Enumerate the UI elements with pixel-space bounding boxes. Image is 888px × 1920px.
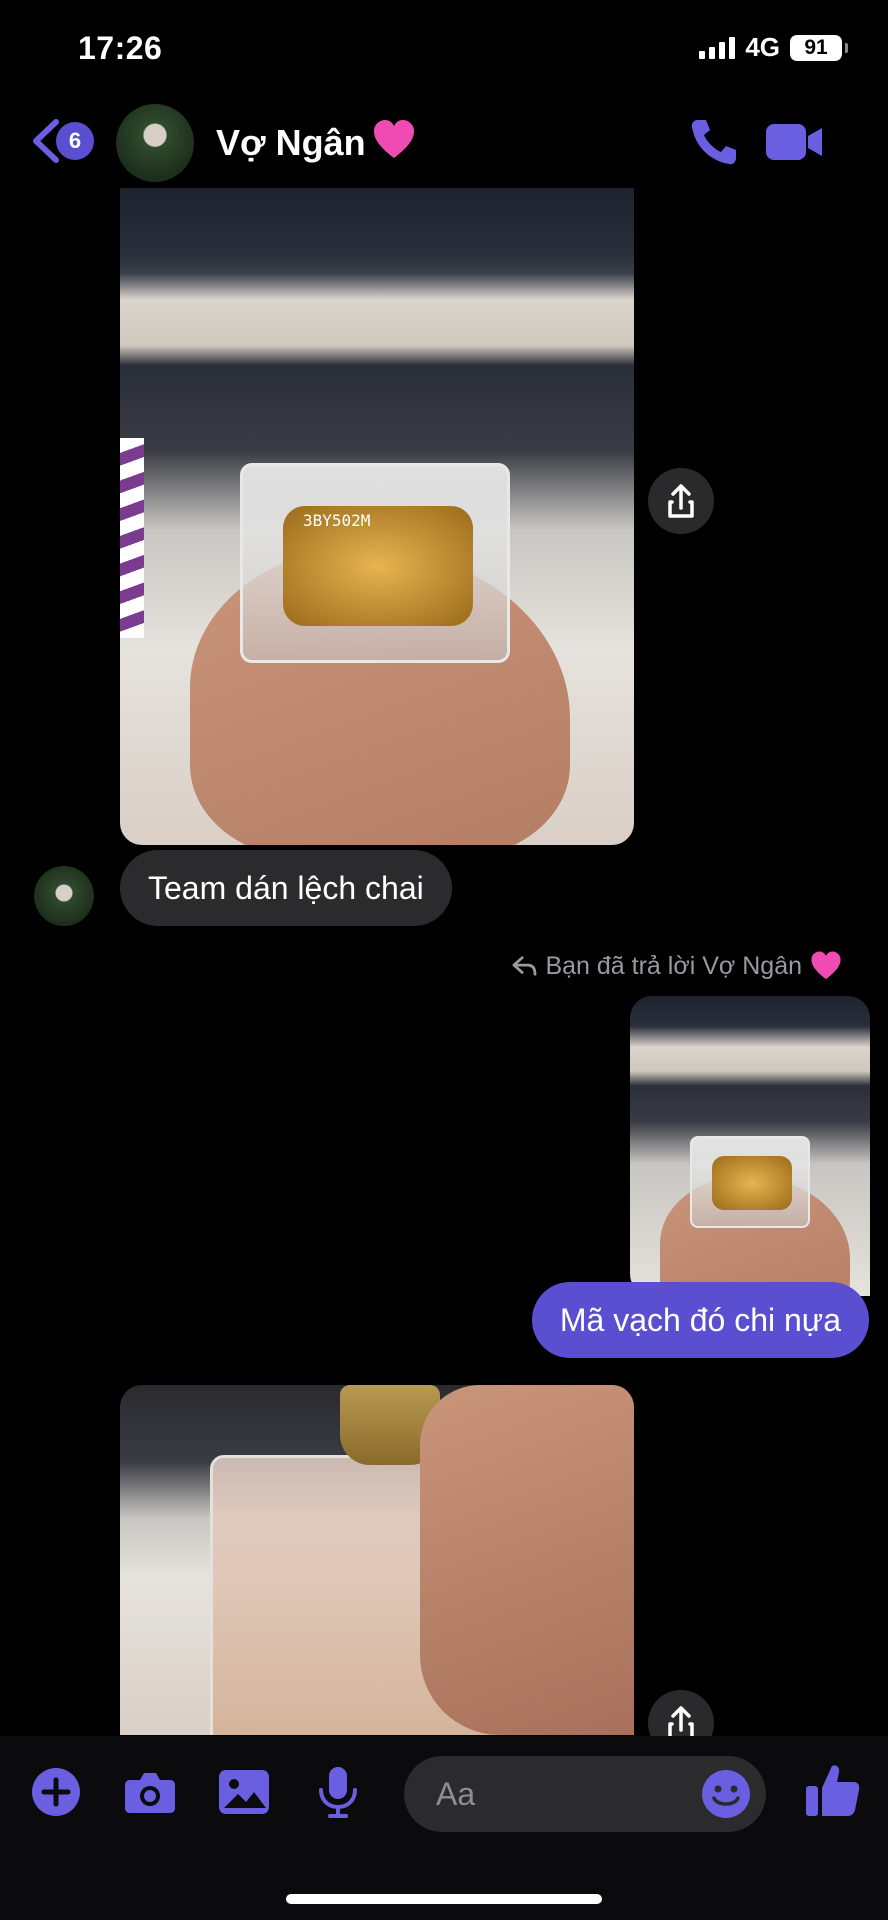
quoted-photo[interactable] (630, 996, 870, 1296)
message-input[interactable] (436, 1756, 676, 1832)
thumbs-up-icon[interactable] (802, 1760, 862, 1820)
share-button[interactable] (648, 468, 714, 534)
sender-avatar[interactable] (34, 866, 94, 926)
photo-finger (420, 1385, 634, 1735)
incoming-photo-message[interactable]: 3BY502M (120, 188, 634, 845)
plus-icon[interactable] (28, 1764, 84, 1820)
home-indicator (286, 1894, 602, 1904)
reply-indicator: Bạn đã trả lời Vợ Ngân (511, 950, 842, 982)
contact-name[interactable]: Vợ Ngân (216, 122, 366, 164)
microphone-icon[interactable] (310, 1764, 366, 1820)
chat-header: 6 Vợ Ngân (0, 100, 888, 190)
perfume-bottle (690, 1136, 810, 1228)
message-composer[interactable] (404, 1756, 766, 1832)
reply-arrow-icon (513, 956, 537, 976)
perfume-liquid (712, 1156, 792, 1210)
phone-icon[interactable] (688, 116, 740, 168)
network-type: 4G (745, 32, 780, 62)
contact-avatar[interactable] (116, 104, 194, 182)
incoming-photo-message-2[interactable] (120, 1385, 634, 1735)
unread-count-badge[interactable]: 6 (56, 122, 94, 160)
reply-label-text: Bạn đã trả lời Vợ Ngân (545, 951, 802, 980)
battery-icon: 91 (790, 34, 848, 61)
outgoing-text-bubble[interactable]: Mã vạch đó chi nựa (531, 1282, 869, 1358)
bedsheet-stripes (120, 438, 144, 638)
share-icon (668, 484, 694, 518)
image-icon[interactable] (216, 1764, 272, 1820)
camera-icon[interactable] (122, 1764, 178, 1820)
heart-icon (811, 951, 841, 980)
heart-icon (374, 120, 414, 158)
video-camera-icon[interactable] (764, 120, 824, 164)
perfume-bottle: 3BY502M (240, 463, 510, 663)
emoji-icon[interactable] (700, 1768, 752, 1820)
status-indicators: 4G 91 (699, 32, 848, 63)
signal-icon (699, 36, 736, 59)
bottle-code-label: 3BY502M (303, 511, 371, 530)
status-time: 17:26 (78, 30, 163, 66)
incoming-text-bubble[interactable]: Team dán lệch chai (120, 850, 452, 926)
message-toolbar (0, 1736, 888, 1920)
